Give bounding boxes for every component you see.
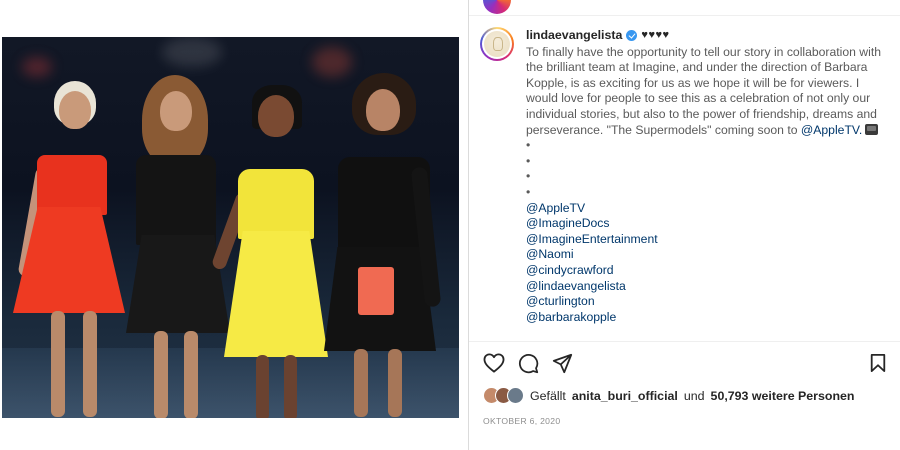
dress-skirt [224, 231, 328, 357]
leg [388, 349, 402, 417]
tag-link[interactable]: @Naomi [526, 247, 886, 263]
face [160, 91, 192, 131]
bookmark-icon[interactable] [865, 350, 891, 376]
dress-top [136, 155, 216, 245]
face [258, 95, 294, 137]
dress-top [238, 169, 314, 239]
action-bar [469, 350, 900, 376]
tag-list: @AppleTV @ImagineDocs @ImagineEntertainm… [526, 201, 886, 326]
tag-link[interactable]: @barbarakopple [526, 310, 886, 326]
tv-icon [865, 123, 879, 135]
likes-connector: und [683, 388, 705, 403]
leg [51, 311, 65, 417]
likes-prefix: Gefällt [530, 388, 566, 403]
tag-link[interactable]: @cturlington [526, 294, 886, 310]
caption-header: lindaevangelista ♥♥♥♥ [526, 28, 886, 44]
leg [256, 355, 269, 418]
post-photo[interactable] [2, 37, 459, 418]
post-media-pane [0, 0, 468, 450]
model-red-dress [7, 77, 127, 417]
leg [284, 355, 297, 418]
caption-scroll-area[interactable]: lindaevangelista ♥♥♥♥ To finally have th… [469, 20, 900, 338]
liked-by-username[interactable]: anita_buri_official [572, 389, 678, 403]
face [59, 91, 91, 129]
liker-avatar[interactable] [507, 387, 524, 404]
author-avatar[interactable] [480, 27, 514, 61]
caption-bullet: • [526, 153, 531, 168]
tag-link[interactable]: @ImagineEntertainment [526, 232, 886, 248]
tag-link[interactable]: @lindaevangelista [526, 279, 886, 295]
username-hearts: ♥♥♥♥ [641, 29, 670, 41]
liker-avatars [483, 387, 524, 404]
likes-summary: Gefällt anita_buri_official und 50,793 w… [483, 387, 855, 404]
caption-bullet: • [526, 138, 531, 153]
tag-link[interactable]: @ImagineDocs [526, 216, 886, 232]
comment-icon[interactable] [515, 350, 541, 376]
leg [83, 311, 97, 417]
actions-divider [469, 341, 900, 342]
verified-badge-icon [626, 30, 638, 42]
face [366, 89, 400, 131]
author-username[interactable]: lindaevangelista [526, 28, 622, 44]
caption-body: To finally have the opportunity to tell … [526, 45, 886, 139]
avatar-frame [482, 29, 512, 59]
model-black-dress-clutch [314, 67, 454, 417]
tag-link[interactable]: @AppleTV [526, 201, 886, 217]
leg [154, 331, 168, 418]
red-clutch [358, 267, 394, 315]
post-details-pane: lindaevangelista ♥♥♥♥ To finally have th… [469, 0, 900, 450]
header-avatar[interactable] [483, 0, 511, 14]
avatar-image [484, 31, 510, 57]
stage-light [162, 37, 222, 67]
share-icon[interactable] [549, 350, 575, 376]
post-date[interactable]: OKTOBER 6, 2020 [483, 416, 560, 426]
caption-bullet: • [526, 169, 531, 184]
stage-light [22, 57, 52, 77]
leg [184, 331, 198, 418]
caption-mention-link[interactable]: @AppleTV. [801, 123, 862, 137]
likes-count[interactable]: 50,793 weitere Personen [711, 389, 855, 403]
tag-link[interactable]: @cindycrawford [526, 263, 886, 279]
caption-bullet: • [526, 184, 531, 199]
dress-skirt [126, 235, 230, 333]
post-caption: lindaevangelista ♥♥♥♥ To finally have th… [526, 28, 886, 325]
dress-top [37, 155, 107, 215]
post-header-strip [469, 0, 900, 16]
leg [354, 349, 368, 417]
heart-icon[interactable] [481, 350, 507, 376]
